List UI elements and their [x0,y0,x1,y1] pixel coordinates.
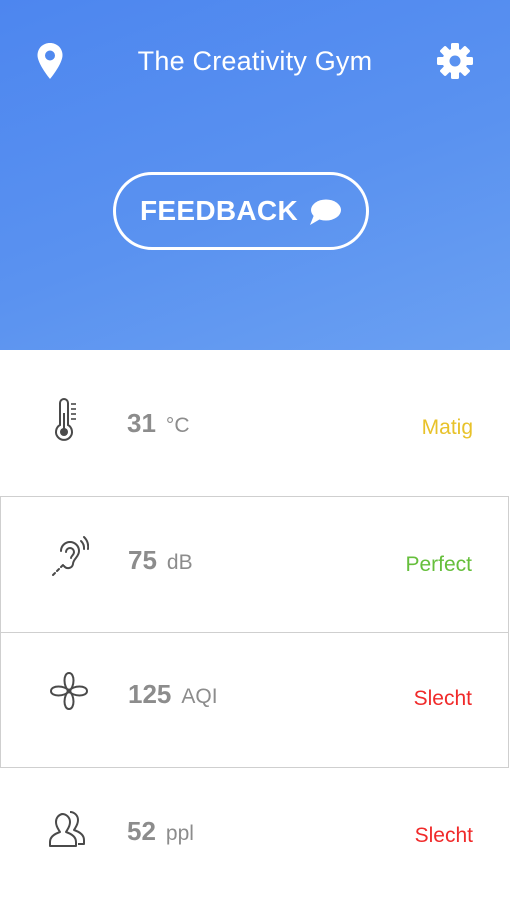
metric-row-temperature[interactable]: 31 °C Matig [0,350,509,496]
noise-status: Perfect [405,553,472,576]
feedback-label: FEEDBACK [140,195,298,226]
occupancy-unit: ppl [165,822,194,845]
air-quality-unit: AQI [181,685,218,708]
temperature-value: 31 [127,408,156,438]
metric-value: 125 AQI [128,679,218,710]
air-quality-value: 125 [128,679,172,709]
header: The Creativity Gym FEEDBACK [0,0,510,350]
occupancy-value: 52 [127,816,156,846]
temperature-unit: °C [165,414,190,437]
page-title: The Creativity Gym [137,46,373,76]
occupancy-status: Slecht [414,824,473,847]
air-quality-status: Slecht [413,687,472,710]
ear-sound-icon [52,536,89,576]
metric-value: 75 dB [128,545,193,576]
noise-unit: dB [166,551,193,574]
people-icon [49,811,85,847]
feedback-button[interactable]: FEEDBACK [113,172,369,250]
metric-value: 31 °C [127,408,190,439]
noise-value: 75 [128,545,157,575]
metric-row-occupancy[interactable]: 52 ppl Slecht [0,768,509,900]
fan-icon [49,671,89,711]
thermometer-icon [55,398,76,441]
metric-row-noise[interactable]: 75 dB Perfect [0,496,509,633]
chat-bubble-icon [309,199,341,225]
gear-icon[interactable] [436,42,474,80]
temperature-status: Matig [421,416,473,439]
metric-row-air-quality[interactable]: 125 AQI Slecht [0,632,509,768]
metric-value: 52 ppl [127,816,194,847]
